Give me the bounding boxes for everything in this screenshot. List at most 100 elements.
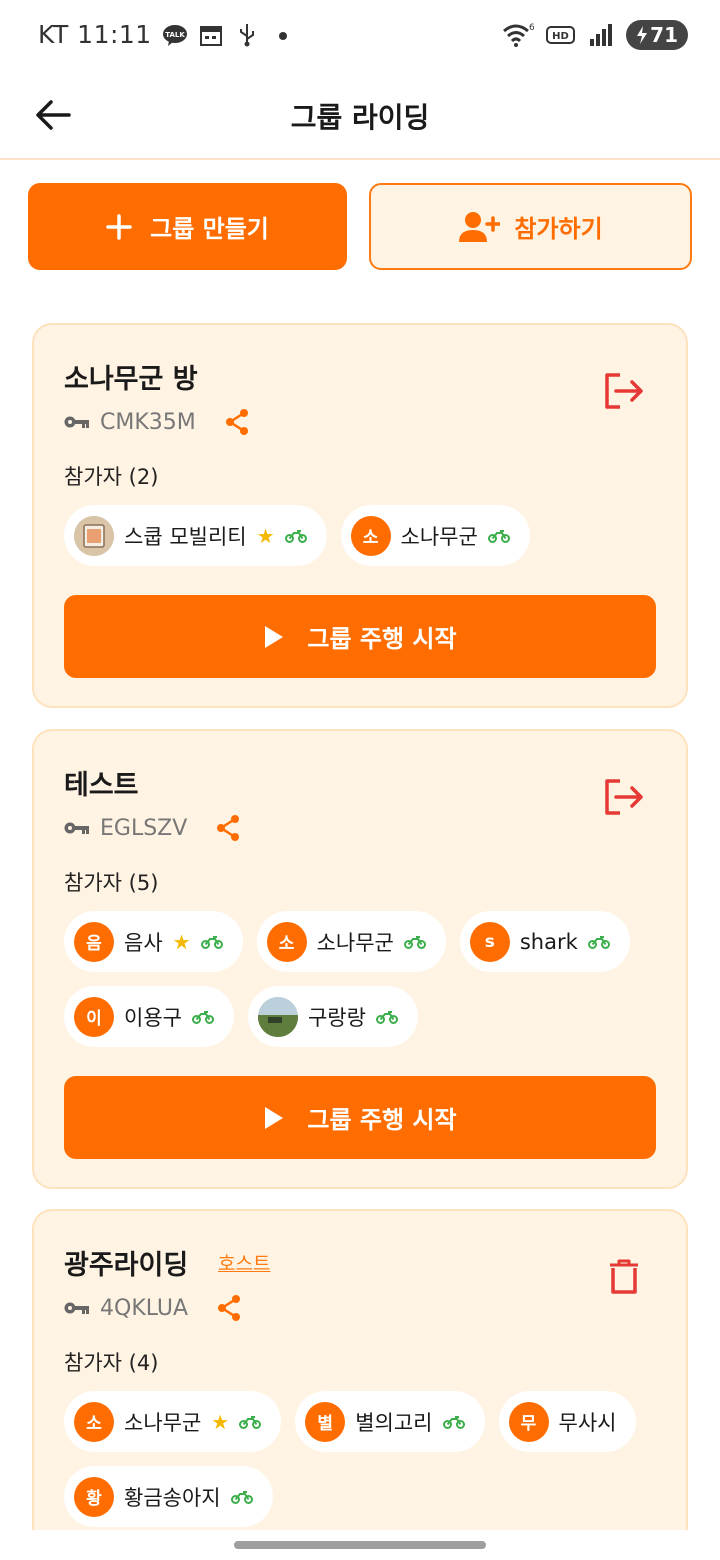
usb-icon bbox=[239, 23, 254, 46]
avatar: 소 bbox=[350, 515, 391, 556]
avatar: 별 bbox=[305, 1401, 346, 1442]
participant-chip: s shark bbox=[459, 911, 630, 972]
start-group-ride-label: 그룹 주행 시작 bbox=[307, 625, 457, 653]
svg-text:6: 6 bbox=[529, 23, 534, 33]
group-title: 소나무군 방 bbox=[64, 364, 198, 395]
avatar: 황 bbox=[74, 1476, 114, 1517]
create-group-button[interactable]: 그룹 만들기 bbox=[28, 183, 347, 270]
participants-label: 참가자 (2) bbox=[64, 465, 159, 489]
talk-icon: TALK bbox=[162, 24, 187, 46]
host-badge: 호스트 bbox=[218, 1253, 271, 1275]
page-title: 그룹 라이딩 bbox=[290, 101, 430, 134]
participant-chip: 소 소나무군 bbox=[256, 911, 446, 972]
start-group-ride-button[interactable]: 그룹 주행 시작 bbox=[64, 595, 656, 678]
motorcycle-icon bbox=[191, 1010, 214, 1024]
leave-group-button[interactable] bbox=[602, 775, 646, 819]
svg-text:HD: HD bbox=[552, 31, 569, 42]
group-code-row: EGLSZV bbox=[64, 813, 243, 843]
motorcycle-icon bbox=[587, 935, 610, 949]
group-title: 테스트 bbox=[64, 770, 139, 801]
group-card: 광주라이딩 호스트 4QKLUA 참가자 (4) 소 소나무군 ★ 별 별의고리 bbox=[32, 1209, 688, 1560]
participant-chip: 소 소나무군 bbox=[340, 505, 530, 566]
motorcycle-icon bbox=[239, 1415, 262, 1429]
participant-name: 스쿱 모빌리티 bbox=[124, 524, 247, 549]
play-icon bbox=[265, 625, 284, 648]
join-group-button[interactable]: 참가하기 bbox=[369, 183, 692, 270]
avatar: 소 bbox=[74, 1401, 114, 1442]
carrier-time: KT 11:11 bbox=[38, 20, 152, 49]
exit-icon bbox=[605, 373, 643, 409]
exit-icon bbox=[605, 779, 643, 815]
participant-chip: 별 별의고리 bbox=[295, 1391, 485, 1452]
avatar: 음 bbox=[74, 921, 114, 962]
avatar-image bbox=[257, 996, 298, 1037]
key-icon bbox=[64, 822, 89, 834]
group-code: 4QKLUA bbox=[100, 1295, 189, 1321]
dot-icon bbox=[278, 31, 287, 40]
motorcycle-icon bbox=[284, 529, 307, 543]
motorcycle-icon bbox=[375, 1010, 398, 1024]
participant-name: 황금송아지 bbox=[124, 1485, 221, 1510]
participant-chip: 황 황금송아지 bbox=[64, 1466, 273, 1527]
home-indicator[interactable] bbox=[234, 1541, 486, 1549]
share-icon[interactable] bbox=[213, 813, 243, 843]
screen: KT 11:11 TALK 6 HD 71 그룹 라이딩 그룹 만들기 참가하기 bbox=[0, 0, 720, 1560]
star-icon: ★ bbox=[211, 1409, 230, 1434]
star-icon: ★ bbox=[256, 523, 275, 548]
avatar: 이 bbox=[74, 996, 114, 1037]
hd-icon: HD bbox=[546, 26, 576, 44]
group-code-row: CMK35M bbox=[64, 407, 252, 437]
person-add-icon bbox=[459, 211, 501, 242]
status-bar: KT 11:11 TALK 6 HD 71 bbox=[0, 0, 720, 72]
group-code: CMK35M bbox=[100, 409, 196, 435]
start-group-ride-label: 그룹 주행 시작 bbox=[307, 1106, 457, 1134]
key-icon bbox=[64, 1302, 89, 1314]
participants-label: 참가자 (5) bbox=[64, 871, 159, 895]
plus-icon bbox=[106, 213, 132, 240]
motorcycle-icon bbox=[487, 529, 510, 543]
share-icon[interactable] bbox=[214, 1293, 244, 1323]
participant-name: 무사시 bbox=[558, 1410, 617, 1435]
participants-label: 참가자 (4) bbox=[64, 1351, 159, 1375]
group-card: 테스트 EGLSZV 참가자 (5) 음 음사 ★ 소 소나무군 s shark… bbox=[32, 729, 688, 1189]
delete-group-button[interactable] bbox=[602, 1255, 646, 1299]
participant-name: 소나무군 bbox=[124, 1410, 202, 1435]
calendar-icon bbox=[199, 25, 222, 46]
status-left: KT 11:11 TALK bbox=[38, 20, 296, 49]
participants-list: 스쿱 모빌리티 ★ 소 소나무군 bbox=[64, 505, 658, 566]
participant-name: 소나무군 bbox=[400, 524, 478, 549]
trash-icon bbox=[610, 1259, 638, 1294]
leave-group-button[interactable] bbox=[602, 369, 646, 413]
bolt-icon bbox=[637, 26, 648, 44]
avatar bbox=[257, 996, 298, 1037]
participant-chip: 무 무사시 bbox=[498, 1391, 637, 1452]
battery-level: 71 bbox=[650, 23, 678, 47]
app-bar: 그룹 라이딩 bbox=[0, 72, 720, 160]
participant-chip: 소 소나무군 ★ bbox=[64, 1391, 282, 1452]
status-right: 6 HD 71 bbox=[502, 20, 688, 50]
battery-icon: 71 bbox=[626, 20, 688, 50]
participant-chip: 이 이용구 bbox=[64, 986, 234, 1047]
participant-name: shark bbox=[519, 929, 578, 954]
avatar: 무 bbox=[508, 1401, 549, 1442]
start-group-ride-button[interactable]: 그룹 주행 시작 bbox=[64, 1076, 656, 1159]
participant-name: 소나무군 bbox=[316, 930, 394, 955]
motorcycle-icon bbox=[442, 1415, 465, 1429]
participant-name: 구랑랑 bbox=[307, 1005, 366, 1030]
signal-icon bbox=[590, 24, 613, 46]
svg-text:TALK: TALK bbox=[165, 31, 185, 39]
participants-list: 소 소나무군 ★ 별 별의고리 무 무사시 황 황금송아지 bbox=[64, 1391, 658, 1527]
avatar bbox=[74, 515, 114, 556]
play-icon bbox=[265, 1106, 284, 1129]
share-icon[interactable] bbox=[222, 407, 252, 437]
star-icon: ★ bbox=[172, 929, 191, 954]
avatar: 소 bbox=[266, 921, 307, 962]
wifi-icon: 6 bbox=[503, 23, 534, 47]
avatar: s bbox=[469, 921, 510, 962]
participant-chip: 구랑랑 bbox=[247, 986, 418, 1047]
participant-name: 별의고리 bbox=[355, 1410, 433, 1435]
group-title: 광주라이딩 bbox=[64, 1250, 189, 1281]
group-code: EGLSZV bbox=[100, 815, 188, 841]
group-card: 소나무군 방 CMK35M 참가자 (2) 스쿱 모빌리티 ★ 소 소나무군 그… bbox=[32, 323, 688, 708]
participant-chip: 음 음사 ★ bbox=[64, 911, 243, 972]
